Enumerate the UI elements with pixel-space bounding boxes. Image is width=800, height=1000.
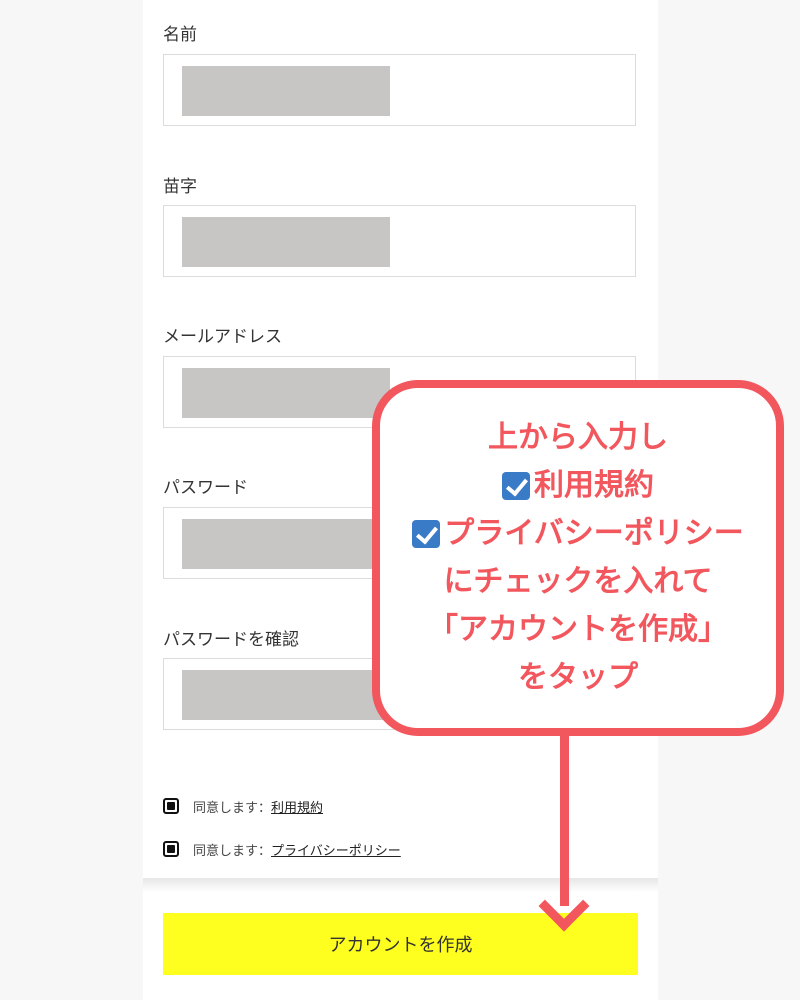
last-name-label: 苗字 — [163, 177, 197, 197]
terms-agree-row: 同意します： 利用規約 — [163, 796, 323, 816]
instruction-callout: 上から入力し 利用規約 プライバシーポリシー にチェックを入れて 「アカウントを… — [372, 380, 784, 736]
callout-line: 「アカウントを作成」 — [428, 612, 728, 647]
privacy-link[interactable]: プライバシーポリシー — [271, 840, 401, 859]
redacted-value — [182, 66, 390, 116]
callout-text: プライバシーポリシー — [444, 516, 744, 551]
privacy-checkbox[interactable] — [163, 841, 179, 857]
first-name-label: 名前 — [163, 25, 197, 45]
checkmark-icon — [412, 520, 441, 548]
confirm-password-label: パスワードを確認 — [163, 630, 299, 650]
first-name-field[interactable] — [163, 54, 636, 126]
callout-line: にチェックを入れて — [443, 564, 713, 599]
checkmark-icon — [502, 472, 530, 500]
redacted-value — [182, 519, 390, 569]
callout-line: プライバシーポリシー — [412, 510, 744, 558]
last-name-field[interactable] — [163, 205, 636, 277]
redacted-value — [182, 368, 390, 418]
password-label: パスワード — [163, 478, 248, 498]
redacted-value — [182, 670, 390, 720]
terms-link[interactable]: 利用規約 — [271, 797, 323, 816]
email-label: メールアドレス — [163, 327, 282, 347]
callout-line: をタップ — [518, 660, 638, 695]
agree-prefix: 同意します： — [193, 800, 272, 816]
agree-prefix: 同意します： — [193, 843, 272, 859]
redacted-value — [182, 217, 390, 267]
callout-line: 利用規約 — [502, 462, 654, 510]
divider-shadow — [143, 878, 658, 892]
privacy-agree-row: 同意します： プライバシーポリシー — [163, 839, 401, 859]
callout-text: 利用規約 — [534, 468, 654, 503]
terms-checkbox[interactable] — [163, 798, 179, 814]
callout-line: 上から入力し — [488, 420, 668, 455]
